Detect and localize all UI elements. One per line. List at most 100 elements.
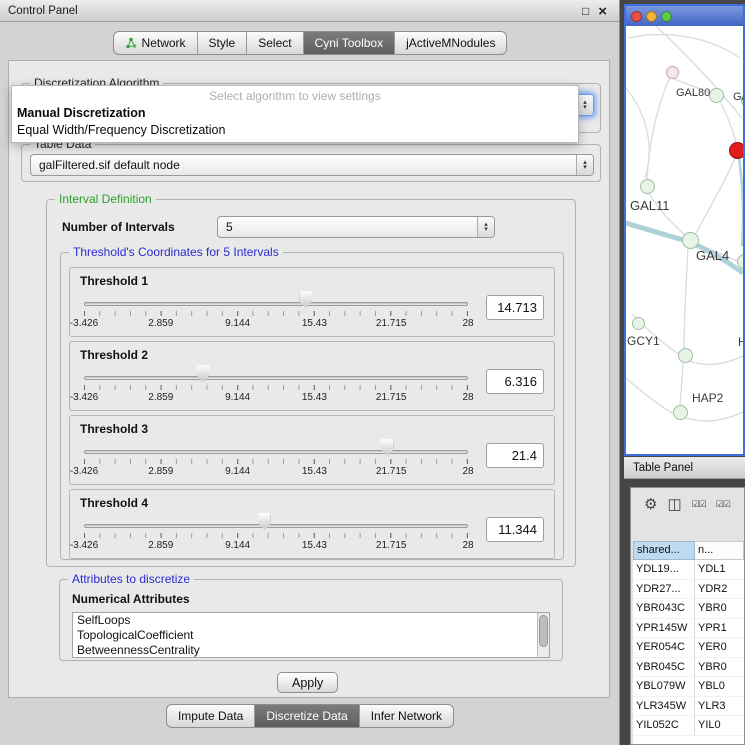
scale-label: 2.859 (148, 318, 173, 329)
slider-handle-layer (84, 512, 468, 532)
minimize-traffic-light[interactable] (646, 11, 657, 22)
scale-label: 21.715 (376, 540, 407, 551)
tab-network[interactable]: Network (113, 31, 197, 55)
scrollbar-thumb[interactable] (539, 615, 548, 647)
cell-name[interactable]: YPR1 (695, 619, 744, 638)
network-node[interactable] (682, 232, 699, 249)
tab-select[interactable]: Select (246, 31, 302, 55)
table-row[interactable]: YBR045C YBR0 (633, 658, 744, 678)
dropdown-option-equal-width-frequency[interactable]: Equal Width/Frequency Discretization (12, 122, 578, 139)
zoom-traffic-light[interactable] (661, 11, 672, 22)
checkbox-grid-icon[interactable]: ☑☑ (692, 500, 706, 509)
threshold-value-field[interactable]: 14.713 (486, 295, 544, 320)
scale-label: -3.426 (70, 392, 98, 403)
scale-label: 28 (462, 392, 473, 403)
network-node[interactable] (729, 142, 743, 159)
close-traffic-light[interactable] (631, 11, 642, 22)
combobox-arrows-icon[interactable]: ▴▾ (576, 155, 593, 175)
cell-shared-name[interactable]: YBL079W (633, 677, 695, 696)
apply-button[interactable]: Apply (277, 672, 338, 693)
float-window-icon[interactable]: □ (582, 5, 589, 17)
cell-name[interactable]: YBR0 (695, 599, 744, 618)
table-toolbar: ⚙ ◫ ☑☑ ☑☑ (631, 488, 744, 521)
checkbox-grid-icon[interactable]: ☑☑ (716, 500, 730, 509)
threshold-slider[interactable]: -3.426 2.859 9.144 15.43 21.715 28 (80, 364, 472, 410)
cell-name[interactable]: YDR2 (695, 580, 744, 599)
table-row[interactable]: YIL052C YIL0 (633, 716, 744, 736)
cell-shared-name[interactable]: YDL19... (633, 560, 695, 579)
attributes-listbox[interactable]: SelfLoops TopologicalCoefficient Between… (72, 612, 550, 658)
tab-cyni-toolbox[interactable]: Cyni Toolbox (303, 31, 394, 55)
slider-handle[interactable] (381, 439, 394, 456)
slider-handle[interactable] (258, 513, 271, 530)
network-node[interactable] (709, 88, 724, 103)
dropdown-option-manual-discretization[interactable]: Manual Discretization (12, 105, 578, 122)
number-of-intervals-combobox[interactable]: 5 ▴▾ (217, 216, 495, 238)
close-window-icon[interactable]: × (598, 4, 607, 19)
table-row[interactable]: YPR145W YPR1 (633, 619, 744, 639)
cell-shared-name[interactable]: YDR27... (633, 580, 695, 599)
threshold-slider[interactable]: -3.426 2.859 9.144 15.43 21.715 28 (80, 290, 472, 336)
table-header-row: shared... n... (633, 541, 744, 560)
cell-name[interactable]: YBL0 (695, 677, 744, 696)
slider-handle[interactable] (299, 291, 312, 308)
scale-label: 21.715 (376, 466, 407, 477)
cell-shared-name[interactable]: YER054C (633, 638, 695, 657)
thresholds-group: Threshold's Coordinates for 5 Intervals … (60, 252, 564, 560)
network-canvas[interactable]: GAL80 GA GAL11 GAL4 GCY1 H HAP2 (626, 26, 743, 454)
tab-style[interactable]: Style (197, 31, 247, 55)
list-item[interactable]: TopologicalCoefficient (73, 628, 549, 643)
slider-ticks (84, 311, 468, 316)
column-header-shared-name[interactable]: shared... (633, 541, 695, 560)
group-title: Threshold's Coordinates for 5 Intervals (69, 245, 283, 259)
table-data-combobox[interactable]: galFiltered.sif default node ▴▾ (30, 154, 594, 176)
network-node[interactable] (632, 317, 645, 330)
table-row[interactable]: YDR27... YDR2 (633, 580, 744, 600)
cell-name[interactable]: YDL1 (695, 560, 744, 579)
network-node[interactable] (673, 405, 688, 420)
gear-icon[interactable]: ⚙ (644, 497, 657, 512)
threshold-slider[interactable]: -3.426 2.859 9.144 15.43 21.715 28 (80, 438, 472, 484)
scale-label: 15.43 (302, 318, 327, 329)
table-row[interactable]: YBL079W YBL0 (633, 677, 744, 697)
threshold-value-field[interactable]: 11.344 (486, 517, 544, 542)
network-node[interactable] (666, 66, 679, 79)
network-view-window: GAL80 GA GAL11 GAL4 GCY1 H HAP2 (624, 4, 745, 456)
table-row[interactable]: YBR043C YBR0 (633, 599, 744, 619)
tab-jactivemnodules[interactable]: jActiveMNodules (394, 31, 507, 55)
combobox-arrows-icon[interactable]: ▴▾ (477, 217, 494, 237)
tab-infer-network[interactable]: Infer Network (359, 704, 454, 728)
table-row[interactable]: YLR345W YLR3 (633, 697, 744, 717)
network-node[interactable] (640, 179, 655, 194)
tab-impute-data[interactable]: Impute Data (166, 704, 254, 728)
network-node[interactable] (678, 348, 693, 363)
tab-label: Infer Network (371, 709, 442, 723)
cell-name[interactable]: YIL0 (695, 716, 744, 735)
scale-label: -3.426 (70, 466, 98, 477)
cell-name[interactable]: YBR0 (695, 658, 744, 677)
cell-name[interactable]: YER0 (695, 638, 744, 657)
list-item[interactable]: BetweennessCentrality (73, 643, 549, 658)
scale-label: 9.144 (225, 392, 250, 403)
table-row[interactable]: YDL19... YDL1 (633, 560, 744, 580)
column-header-name[interactable]: n... (695, 541, 744, 560)
tab-discretize-data[interactable]: Discretize Data (254, 704, 358, 728)
threshold-value-field[interactable]: 21.4 (486, 443, 544, 468)
slider-ticks (84, 533, 468, 538)
cell-shared-name[interactable]: YBR045C (633, 658, 695, 677)
list-item[interactable]: SelfLoops (73, 613, 549, 628)
cell-shared-name[interactable]: YIL052C (633, 716, 695, 735)
listbox-scrollbar[interactable] (537, 613, 549, 657)
slider-handle[interactable] (197, 365, 210, 382)
cell-shared-name[interactable]: YPR145W (633, 619, 695, 638)
threshold-slider[interactable]: -3.426 2.859 9.144 15.43 21.715 28 (80, 512, 472, 558)
cell-shared-name[interactable]: YBR043C (633, 599, 695, 618)
scale-label: -3.426 (70, 318, 98, 329)
cell-shared-name[interactable]: YLR345W (633, 697, 695, 716)
threshold-value-field[interactable]: 6.316 (486, 369, 544, 394)
cell-name[interactable]: YLR3 (695, 697, 744, 716)
table-row[interactable]: YER054C YER0 (633, 638, 744, 658)
tab-label: Network (142, 36, 186, 50)
scale-label: 15.43 (302, 392, 327, 403)
columns-icon[interactable]: ◫ (667, 497, 681, 512)
